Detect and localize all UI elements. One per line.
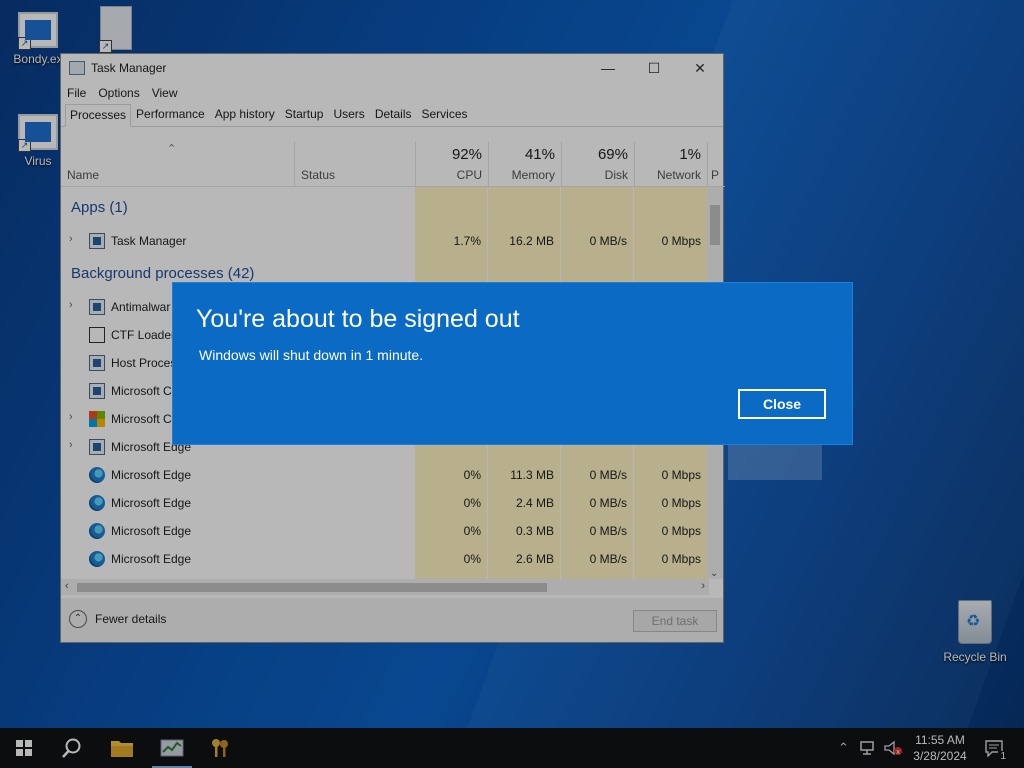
close-button[interactable]: Close — [738, 389, 826, 419]
dialog-title: You're about to be signed out — [196, 305, 520, 333]
sign-out-dialog: You're about to be signed out Windows wi… — [173, 283, 852, 444]
dialog-message: Windows will shut down in 1 minute. — [199, 347, 424, 363]
